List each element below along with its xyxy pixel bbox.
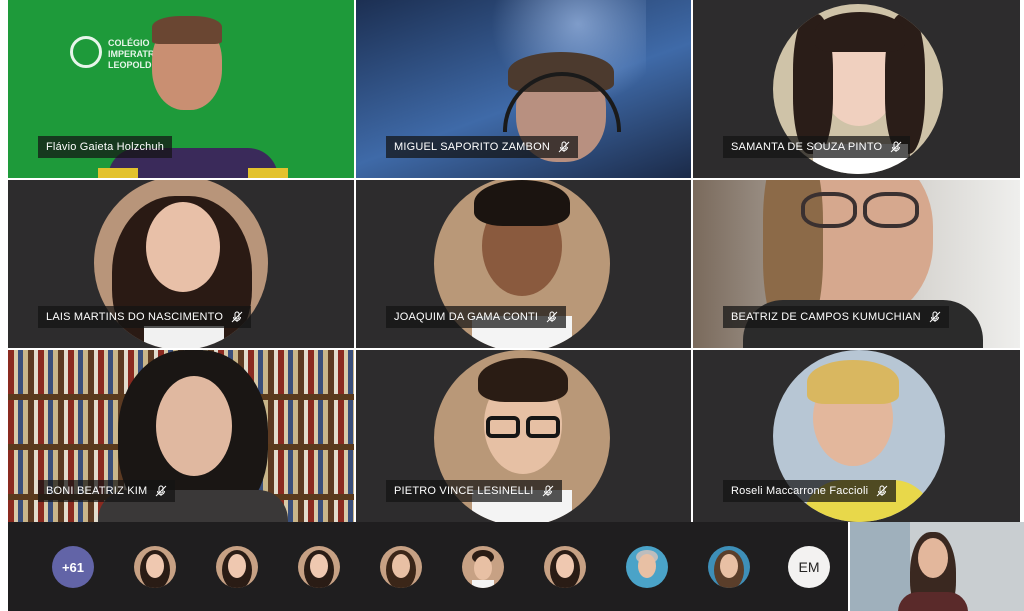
participant-name-label: LAIS MARTINS DO NASCIMENTO [38, 306, 252, 328]
video-tile[interactable]: COLÉGIO IMPERATR LEOPOLDI Flávio Gaieta … [8, 0, 354, 178]
participant-name-label: MIGUEL SAPORITO ZAMBON [386, 136, 578, 158]
name-text: JOAQUIM DA GAMA CONTI [394, 311, 539, 323]
mic-off-icon [929, 311, 941, 323]
video-tile[interactable]: BONI BEATRIZ KIM [8, 350, 354, 522]
name-text: Roseli Maccarrone Faccioli [731, 485, 869, 497]
participant-thumbnail[interactable] [708, 546, 750, 588]
participant-thumbnail[interactable] [298, 546, 340, 588]
participant-thumbnail[interactable] [544, 546, 586, 588]
mic-off-icon [542, 485, 554, 497]
initials-avatar[interactable]: EM [788, 546, 830, 588]
name-text: MIGUEL SAPORITO ZAMBON [394, 141, 550, 153]
mic-off-icon [231, 311, 243, 323]
video-tile[interactable]: LAIS MARTINS DO NASCIMENTO [8, 180, 354, 348]
video-grid: COLÉGIO IMPERATR LEOPOLDI Flávio Gaieta … [8, 0, 1020, 522]
overflow-participants-button[interactable]: +61 [52, 546, 94, 588]
participant-name-label: BONI BEATRIZ KIM [38, 480, 176, 502]
logo-icon [70, 36, 102, 68]
participant-name-label: Flávio Gaieta Holzchuh [38, 136, 173, 158]
participant-tray: +61 EM [8, 522, 848, 611]
participant-name-label: Roseli Maccarrone Faccioli [723, 480, 897, 502]
participant-thumbnail[interactable] [216, 546, 258, 588]
mic-off-icon [890, 141, 902, 153]
participant-thumbnail[interactable] [462, 546, 504, 588]
mic-off-icon [558, 141, 570, 153]
participant-name-label: PIETRO VINCE LESINELLI [386, 480, 562, 502]
video-tile[interactable]: Roseli Maccarrone Faccioli [693, 350, 1020, 522]
name-text: BONI BEATRIZ KIM [46, 485, 148, 497]
participant-name-label: SAMANTA DE SOUZA PINTO [723, 136, 911, 158]
name-text: LAIS MARTINS DO NASCIMENTO [46, 311, 224, 323]
video-tile[interactable]: SAMANTA DE SOUZA PINTO [693, 0, 1020, 178]
participant-name-label: JOAQUIM DA GAMA CONTI [386, 306, 567, 328]
mic-off-icon [876, 485, 888, 497]
name-text: BEATRIZ DE CAMPOS KUMUCHIAN [731, 311, 921, 323]
video-tile[interactable]: MIGUEL SAPORITO ZAMBON [356, 0, 691, 178]
video-tile[interactable]: PIETRO VINCE LESINELLI [356, 350, 691, 522]
participant-video [498, 52, 628, 178]
video-tile[interactable]: BEATRIZ DE CAMPOS KUMUCHIAN [693, 180, 1020, 348]
video-tile[interactable]: JOAQUIM DA GAMA CONTI [356, 180, 691, 348]
participant-thumbnail[interactable] [380, 546, 422, 588]
participant-name-label: BEATRIZ DE CAMPOS KUMUCHIAN [723, 306, 949, 328]
name-text: PIETRO VINCE LESINELLI [394, 485, 534, 497]
name-text: SAMANTA DE SOUZA PINTO [731, 141, 883, 153]
participant-thumbnail[interactable] [134, 546, 176, 588]
self-view-video[interactable] [850, 522, 1024, 611]
mic-off-icon [546, 311, 558, 323]
name-text: Flávio Gaieta Holzchuh [46, 141, 165, 153]
mic-off-icon [155, 485, 167, 497]
participant-thumbnail[interactable] [626, 546, 668, 588]
